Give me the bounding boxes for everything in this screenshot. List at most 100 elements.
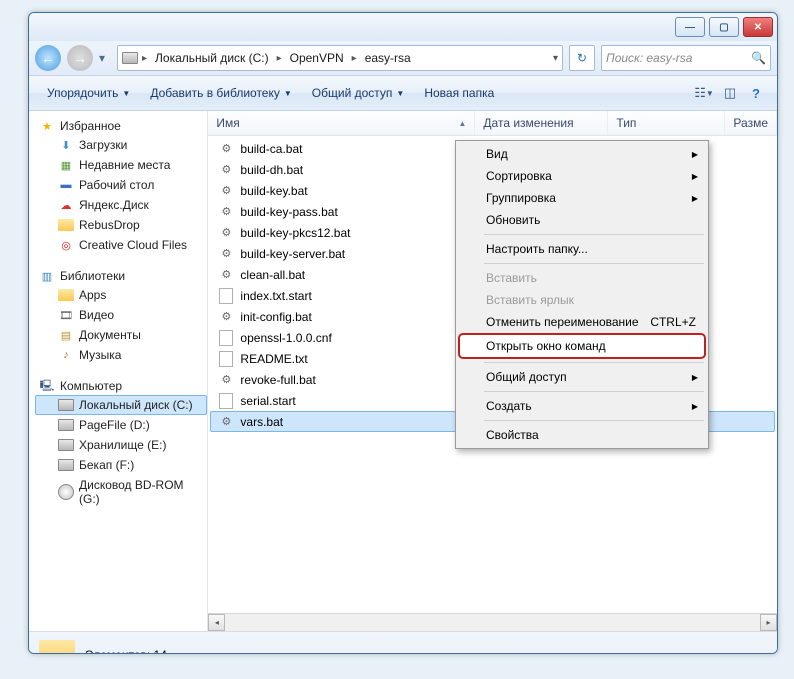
chevron-icon[interactable]: ▸: [142, 53, 147, 64]
ctx-refresh[interactable]: Обновить: [458, 209, 706, 231]
maximize-button[interactable]: ▢: [709, 17, 739, 37]
refresh-button[interactable]: ↻: [569, 45, 595, 71]
context-menu: Вид Сортировка Группировка Обновить Наст…: [455, 140, 709, 449]
sort-asc-icon: ▲: [459, 119, 467, 128]
sidebar-item-downloads[interactable]: ⬇Загрузки: [35, 135, 207, 155]
sidebar-item-documents[interactable]: ▤Документы: [35, 325, 207, 345]
ctx-open-command-window[interactable]: Открыть окно команд: [458, 333, 706, 359]
batch-file-icon: ⚙: [218, 162, 234, 178]
libraries-header[interactable]: ▥Библиотеки: [35, 267, 207, 285]
column-name[interactable]: Имя▲: [208, 111, 475, 135]
forward-button[interactable]: →: [67, 45, 93, 71]
breadcrumb[interactable]: OpenVPN: [286, 49, 348, 67]
search-input[interactable]: Поиск: easy-rsa 🔍: [601, 45, 771, 71]
video-icon: 🎞: [58, 308, 74, 322]
star-icon: ★: [39, 119, 55, 133]
drive-icon: [58, 438, 74, 452]
preview-pane-button[interactable]: ◫: [719, 82, 741, 104]
ctx-view[interactable]: Вид: [458, 143, 706, 165]
ctx-undo-rename[interactable]: Отменить переименованиеCTRL+Z: [458, 311, 706, 333]
file-name: build-key-pass.bat: [240, 205, 337, 219]
share-button[interactable]: Общий доступ▼: [304, 82, 413, 104]
close-button[interactable]: ✕: [743, 17, 773, 37]
sidebar-item-rebus[interactable]: RebusDrop: [35, 215, 207, 235]
view-button[interactable]: ☷ ▼: [693, 82, 715, 104]
chevron-icon[interactable]: ▸: [352, 53, 357, 64]
history-dropdown[interactable]: ▾: [99, 51, 111, 65]
breadcrumb[interactable]: Локальный диск (C:): [151, 49, 273, 67]
sidebar-item-drive-d[interactable]: PageFile (D:): [35, 415, 207, 435]
sidebar-item-desktop[interactable]: ▬Рабочий стол: [35, 175, 207, 195]
breadcrumb[interactable]: easy-rsa: [361, 49, 415, 67]
cc-icon: ◎: [58, 238, 74, 252]
drive-icon: [58, 398, 74, 412]
batch-file-icon: ⚙: [218, 267, 234, 283]
address-bar[interactable]: ▸ Локальный диск (C:) ▸ OpenVPN ▸ easy-r…: [117, 45, 563, 71]
scroll-left-button[interactable]: ◂: [208, 614, 225, 631]
help-button[interactable]: ?: [745, 82, 767, 104]
document-icon: ▤: [58, 328, 74, 342]
back-button[interactable]: ←: [35, 45, 61, 71]
desktop-icon: ▬: [58, 178, 74, 192]
batch-file-icon: ⚙: [218, 204, 234, 220]
scroll-right-button[interactable]: ▸: [760, 614, 777, 631]
title-bar: — ▢ ✕: [29, 13, 777, 41]
sidebar-item-video[interactable]: 🎞Видео: [35, 305, 207, 325]
new-folder-button[interactable]: Новая папка: [416, 82, 502, 104]
sidebar-item-apps[interactable]: Apps: [35, 285, 207, 305]
organize-button[interactable]: Упорядочить▼: [39, 82, 138, 104]
ctx-group[interactable]: Группировка: [458, 187, 706, 209]
ctx-share[interactable]: Общий доступ: [458, 366, 706, 388]
item-count: Элементов: 14: [85, 648, 167, 654]
file-name: openssl-1.0.0.cnf: [240, 331, 331, 345]
file-name: build-ca.bat: [240, 142, 302, 156]
separator: [484, 391, 704, 392]
minimize-button[interactable]: —: [675, 17, 705, 37]
horizontal-scrollbar[interactable]: ◂ ▸: [208, 613, 777, 631]
folder-icon: ⬇: [58, 138, 74, 152]
sidebar-item-recent[interactable]: ▦Недавние места: [35, 155, 207, 175]
batch-file-icon: ⚙: [218, 309, 234, 325]
file-name: build-key-pkcs12.bat: [240, 226, 350, 240]
computer-icon: 🖳: [39, 379, 55, 393]
file-name: clean-all.bat: [240, 268, 305, 282]
ctx-customize[interactable]: Настроить папку...: [458, 238, 706, 260]
drive-icon: [58, 418, 74, 432]
computer-header[interactable]: 🖳Компьютер: [35, 377, 207, 395]
column-size[interactable]: Разме: [725, 111, 777, 135]
batch-file-icon: ⚙: [218, 414, 234, 430]
sidebar-item-drive-f[interactable]: Бекап (F:): [35, 455, 207, 475]
sidebar-item-drive-c[interactable]: Локальный диск (C:): [35, 395, 207, 415]
sidebar-item-bdrom[interactable]: Дисковод BD-ROM (G:): [35, 475, 207, 509]
add-to-library-button[interactable]: Добавить в библиотеку▼: [142, 82, 299, 104]
ctx-sort[interactable]: Сортировка: [458, 165, 706, 187]
sidebar-item-cc[interactable]: ◎Creative Cloud Files: [35, 235, 207, 255]
batch-file-icon: ⚙: [218, 183, 234, 199]
file-name: build-key.bat: [240, 184, 307, 198]
toolbar: Упорядочить▼ Добавить в библиотеку▼ Общи…: [29, 76, 777, 111]
folder-icon: [58, 218, 74, 232]
separator: [484, 234, 704, 235]
scroll-track[interactable]: [225, 614, 760, 631]
ctx-paste-shortcut: Вставить ярлык: [458, 289, 706, 311]
separator: [484, 263, 704, 264]
text-file-icon: [218, 351, 234, 367]
shortcut-label: CTRL+Z: [650, 315, 696, 329]
drive-icon: [58, 458, 74, 472]
file-name: README.txt: [240, 352, 307, 366]
chevron-down-icon[interactable]: ▾: [553, 53, 558, 64]
favorites-header[interactable]: ★Избранное: [35, 117, 207, 135]
file-name: revoke-full.bat: [240, 373, 315, 387]
sidebar-item-music[interactable]: ♪Музыка: [35, 345, 207, 365]
ctx-create[interactable]: Создать: [458, 395, 706, 417]
column-type[interactable]: Тип: [608, 111, 725, 135]
file-name: build-dh.bat: [240, 163, 303, 177]
ctx-properties[interactable]: Свойства: [458, 424, 706, 446]
sidebar-item-yandex[interactable]: ☁Яндекс.Диск: [35, 195, 207, 215]
text-file-icon: [218, 330, 234, 346]
chevron-icon[interactable]: ▸: [277, 53, 282, 64]
sidebar-item-drive-e[interactable]: Хранилище (E:): [35, 435, 207, 455]
column-date[interactable]: Дата изменения: [475, 111, 608, 135]
batch-file-icon: ⚙: [218, 141, 234, 157]
cloud-icon: ☁: [58, 198, 74, 212]
